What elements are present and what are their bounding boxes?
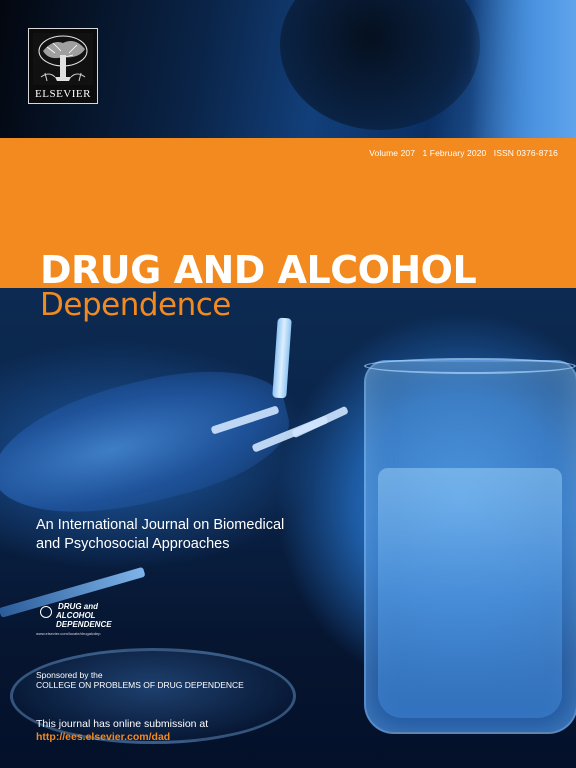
badge-line: ALCOHOL	[56, 611, 96, 620]
publisher-name: ELSEVIER	[35, 88, 91, 100]
badge-mark-icon	[40, 606, 52, 618]
issue-issn: ISSN 0376-8716	[493, 148, 558, 158]
photo-light-patch	[470, 0, 576, 138]
elsevier-tree-icon	[33, 33, 93, 85]
journal-title: DRUG AND ALCOHOL	[40, 248, 477, 292]
issue-info: Volume 207 1 February 2020 ISSN 0376-871…	[369, 148, 558, 158]
badge-line: DEPENDENCE	[56, 620, 112, 629]
issue-volume: Volume 207	[369, 148, 416, 158]
journal-badge: DRUG and ALCOHOL DEPENDENCE www.elsevier…	[36, 602, 112, 644]
sponsor-label: Sponsored by the	[36, 670, 103, 680]
photo-straw	[272, 317, 292, 399]
badge-line: DRUG and	[58, 602, 98, 611]
online-submission: This journal has online submission at ht…	[36, 718, 208, 744]
photo-head-silhouette	[280, 0, 480, 130]
sponsor-org: COLLEGE ON PROBLEMS OF DRUG DEPENDENCE	[36, 680, 244, 690]
badge-url: www.elsevier.com/locate/drugalcdep	[36, 631, 101, 636]
journal-subtitle: Dependence	[40, 287, 231, 323]
photo-glass-rim	[364, 358, 576, 374]
submission-text: This journal has online submission at	[36, 718, 209, 730]
tagline-line: An International Journal on Biomedical	[36, 517, 285, 533]
journal-tagline: An International Journal on Biomedical a…	[36, 516, 356, 554]
tagline-line: and Psychosocial Approaches	[36, 536, 230, 552]
photo-powder-line	[291, 405, 349, 439]
elsevier-logo: ELSEVIER	[28, 28, 98, 104]
title-band: Volume 207 1 February 2020 ISSN 0376-871…	[0, 138, 576, 292]
sponsor-info: Sponsored by the COLLEGE ON PROBLEMS OF …	[36, 670, 244, 690]
submission-link[interactable]: http://ees.elsevier.com/dad	[36, 731, 208, 744]
journal-cover: ELSEVIER Volume 207 1 February 2020 ISSN…	[0, 0, 576, 768]
photo-glass-liquid	[378, 468, 562, 718]
issue-date: 1 February 2020	[422, 148, 487, 158]
